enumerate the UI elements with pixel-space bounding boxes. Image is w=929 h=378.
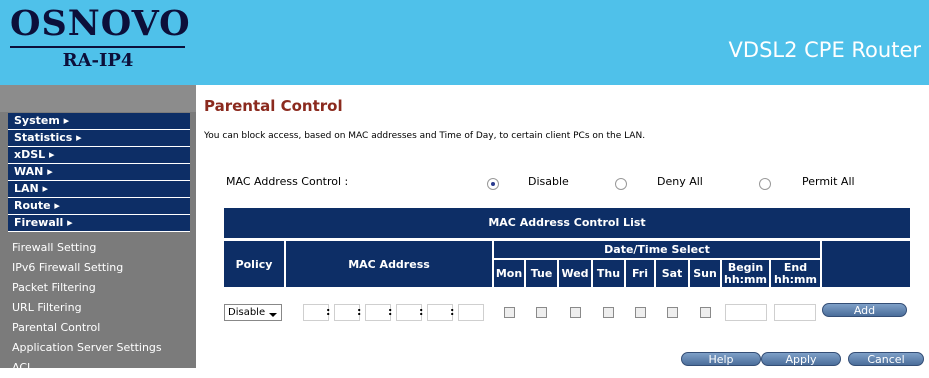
radio-permit-all[interactable] [759, 178, 771, 190]
menu-item-system[interactable]: System ▸ [8, 113, 190, 130]
header-sat: Sat [656, 260, 688, 287]
submenu-parental-control[interactable]: Parental Control [0, 318, 196, 338]
mac-separator: : [388, 305, 393, 318]
logo: OSNOVO RA-IP4 [0, 0, 196, 85]
radio-disable-label: Disable [528, 175, 569, 188]
checkbox-fri[interactable] [635, 307, 646, 318]
submenu-firewall-setting[interactable]: Firewall Setting [0, 238, 196, 258]
radio-deny-all[interactable] [615, 178, 627, 190]
header-action [822, 241, 910, 287]
mac-control-label: MAC Address Control : [226, 175, 349, 188]
mac-separator: : [357, 305, 362, 318]
header-end-label: End [783, 260, 808, 274]
main-content: Parental Control You can block access, b… [196, 85, 929, 368]
menu-item-wan[interactable]: WAN ▸ [8, 164, 190, 181]
checkbox-tue[interactable] [536, 307, 547, 318]
checkbox-thu[interactable] [603, 307, 614, 318]
menu-item-route[interactable]: Route ▸ [8, 198, 190, 215]
main-menu: System ▸ Statistics ▸ xDSL ▸ WAN ▸ LAN ▸… [8, 113, 190, 232]
table-title: MAC Address Control List [224, 208, 910, 238]
help-button[interactable]: Help [681, 352, 761, 366]
header-begin-format: hh:mm [724, 272, 767, 286]
header-tue: Tue [526, 260, 557, 287]
product-title: VDSL2 CPE Router [728, 38, 921, 62]
header-wed: Wed [559, 260, 591, 287]
header-policy: Policy [224, 241, 284, 287]
sidebar: System ▸ Statistics ▸ xDSL ▸ WAN ▸ LAN ▸… [0, 85, 196, 374]
radio-permit-all-label: Permit All [802, 175, 855, 188]
header: OSNOVO RA-IP4 VDSL2 CPE Router [0, 0, 929, 85]
header-date-time: Date/Time Select [494, 241, 820, 258]
table-header: Policy MAC Address Date/Time Select Mon … [224, 241, 910, 287]
policy-select-value: Disable [228, 307, 266, 318]
menu-item-xdsl[interactable]: xDSL ▸ [8, 147, 190, 164]
checkbox-wed[interactable] [570, 307, 581, 318]
checkbox-mon[interactable] [504, 307, 515, 318]
header-mac-address: MAC Address [286, 241, 492, 287]
header-end-format: hh:mm [774, 272, 817, 286]
header-thu: Thu [593, 260, 624, 287]
mac-octet-6[interactable] [458, 304, 484, 321]
chevron-down-icon [269, 313, 277, 317]
submenu-application-server-settings[interactable]: Application Server Settings [0, 338, 196, 358]
end-time-input[interactable] [774, 304, 816, 321]
policy-select[interactable]: Disable [224, 304, 282, 321]
menu-item-firewall[interactable]: Firewall ▸ [8, 215, 190, 232]
header-mon: Mon [494, 260, 524, 287]
submenu-packet-filtering[interactable]: Packet Filtering [0, 278, 196, 298]
mac-separator: : [450, 305, 455, 318]
submenu-url-filtering[interactable]: URL Filtering [0, 298, 196, 318]
mac-separator: : [419, 305, 424, 318]
submenu-acl[interactable]: ACL [0, 358, 196, 378]
page-description: You can block access, based on MAC addre… [204, 131, 646, 141]
begin-time-input[interactable] [725, 304, 767, 321]
menu-item-lan[interactable]: LAN ▸ [8, 181, 190, 198]
apply-button[interactable]: Apply [761, 352, 841, 366]
header-end: End hh:mm [771, 260, 820, 287]
checkbox-sat[interactable] [667, 307, 678, 318]
header-begin: Begin hh:mm [722, 260, 769, 287]
checkbox-sun[interactable] [700, 307, 711, 318]
model-name: RA-IP4 [62, 50, 134, 71]
mac-separator: : [326, 305, 331, 318]
submenu-ipv6-firewall-setting[interactable]: IPv6 Firewall Setting [0, 258, 196, 278]
radio-deny-all-label: Deny All [657, 175, 703, 188]
add-button[interactable]: Add [822, 303, 907, 317]
logo-divider [10, 46, 185, 48]
sidebar-band [0, 85, 196, 112]
table-row: Disable : : : : : Add [224, 303, 910, 323]
header-fri: Fri [626, 260, 654, 287]
header-sun: Sun [690, 260, 720, 287]
header-begin-label: Begin [727, 260, 764, 274]
cancel-button[interactable]: Cancel [848, 352, 924, 366]
page-title: Parental Control [204, 97, 343, 115]
logo-text: OSNOVO [10, 3, 191, 44]
menu-item-statistics[interactable]: Statistics ▸ [8, 130, 190, 147]
radio-disable[interactable] [487, 178, 499, 190]
firewall-submenu: Firewall Setting IPv6 Firewall Setting P… [0, 238, 196, 378]
